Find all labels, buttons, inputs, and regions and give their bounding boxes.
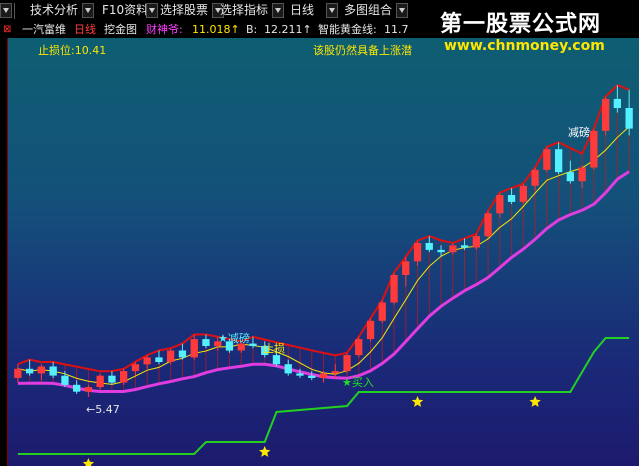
candle-body [61, 375, 69, 385]
candle-body [437, 249, 445, 253]
stop-loss-label: 止损 [263, 342, 285, 355]
b-line-value: 12.211↑ [264, 23, 312, 36]
candle-body [143, 357, 151, 365]
candle-body [14, 368, 22, 378]
candle-body [26, 368, 34, 374]
candle-body [602, 98, 610, 131]
candle-body [249, 343, 257, 346]
candle-body [272, 355, 281, 365]
menu-period-daily[interactable]: 日线 [290, 2, 314, 19]
candlestick-chart [14, 84, 633, 466]
candle-body [296, 373, 304, 376]
main-chart-panel[interactable]: 止损位:10.41 该股仍然具备上涨潜 ★减磅 止损 ★买入 减磅 ←5.47 [8, 38, 639, 466]
signal-star-icon [411, 396, 424, 407]
candle-body [178, 350, 187, 358]
signal-star-icon [529, 396, 541, 407]
candle-body [555, 149, 563, 173]
candle-body [543, 149, 551, 170]
candle-body [84, 387, 93, 392]
b-line-label: B: [246, 23, 258, 36]
caishen-value: 11.018↑ [192, 23, 240, 36]
menu-select-stock[interactable]: 选择股票 [160, 2, 208, 19]
candle-body [390, 275, 398, 303]
menu-select-indicator[interactable]: 选择指标 [220, 2, 268, 19]
candle-body [425, 243, 433, 250]
low-price-label: ←5.47 [86, 403, 120, 416]
gold-line-label: 智能黄金线: [318, 23, 377, 36]
candle-body [167, 350, 175, 362]
candle-body [37, 366, 45, 374]
upper-band-line [17, 84, 630, 373]
candle-body [284, 364, 292, 374]
candle-body [625, 108, 633, 129]
candle-body [319, 373, 328, 378]
signal-star-icon [82, 458, 95, 466]
candle-body [73, 384, 81, 392]
menu-technical-analysis[interactable]: 技术分析 [30, 2, 78, 19]
signal-star-icon [259, 446, 271, 457]
candle-body [108, 375, 116, 383]
chart-period: 日线 [74, 23, 96, 36]
menu-f10-dropdown[interactable] [146, 3, 158, 18]
candle-body [531, 169, 539, 186]
candle-body [519, 185, 527, 202]
candle-body [449, 245, 457, 253]
candle-body [507, 195, 516, 202]
menu-multi-chart[interactable]: 多图组合 [344, 2, 392, 19]
stock-app-window: 技术分析 F10资料 选择股票 选择指标 日线 多图组合 ⊠ 一汽富维 日线 挖… [0, 0, 639, 466]
candle-body [613, 98, 621, 108]
buy-signal-label: ★买入 [342, 376, 374, 389]
candle-body [131, 364, 140, 372]
reduce-signal-label-2: 减磅 [568, 126, 590, 139]
candle-body [484, 213, 492, 237]
reduce-signal-label: ★减磅 [218, 332, 250, 345]
advice-text: 该股仍然具备上涨潜 [313, 44, 412, 57]
candle-body [355, 339, 363, 356]
watermark-url: www.chnmoney.com [444, 38, 605, 54]
left-price-axis [0, 38, 8, 466]
menu-period-dropdown[interactable] [326, 3, 338, 18]
menu-f10-info[interactable]: F10资料 [102, 2, 148, 19]
candle-body [378, 302, 386, 321]
candle-body [460, 245, 469, 248]
candle-body [413, 243, 422, 262]
candle-body [578, 167, 586, 182]
candle-body [343, 355, 351, 372]
indicator-name[interactable]: 挖金图 [104, 22, 137, 38]
toolbar-divider [14, 3, 15, 19]
candle-body [120, 371, 128, 383]
candle-body [566, 172, 574, 182]
gold-line-value: 11.7 [384, 23, 409, 36]
menu-technical-analysis-dropdown[interactable] [82, 3, 94, 18]
candle-body [472, 236, 480, 248]
candle-body [190, 339, 198, 358]
caishen-label: 财神爷: [146, 23, 183, 36]
menu-select-indicator-dropdown[interactable] [272, 3, 284, 18]
menu-multi-chart-dropdown[interactable] [396, 3, 408, 18]
candle-body [155, 357, 163, 362]
candle-body [96, 375, 104, 388]
site-watermark: 第一股票公式网 www.chnmoney.com [412, 4, 639, 60]
candle-body [49, 366, 57, 376]
candle-body [402, 261, 410, 275]
stop-loss-level-label: 止损位:10.41 [38, 44, 107, 57]
candle-body [331, 371, 339, 374]
candle-body [202, 339, 210, 346]
stock-name: 一汽富维 [22, 23, 66, 36]
candle-body [496, 195, 504, 214]
watermark-title: 第一股票公式网 [440, 12, 602, 37]
candle-body [308, 375, 316, 378]
candle-body [590, 130, 598, 168]
candle-body [366, 320, 375, 340]
close-pane-icon[interactable]: ⊠ [3, 22, 11, 38]
toolbar-scroll-left-button[interactable] [0, 3, 12, 18]
